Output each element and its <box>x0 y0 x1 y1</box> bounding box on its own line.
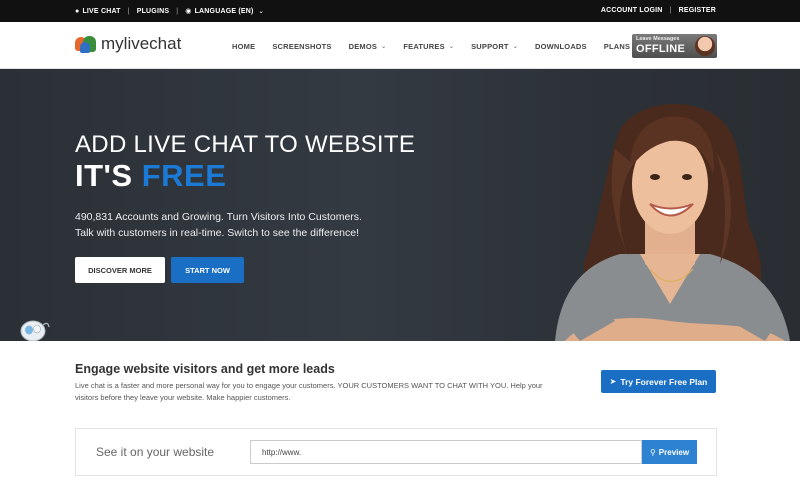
nav-demos[interactable]: DEMOS ⌄ <box>349 42 387 51</box>
divider: | <box>127 7 130 15</box>
main-nav: HOME SCREENSHOTS DEMOS ⌄ FEATURES ⌄ SUPPOR… <box>232 42 647 51</box>
nav-support[interactable]: SUPPORT ⌄ <box>471 42 518 51</box>
preview-button-label: Preview <box>658 447 690 457</box>
preview-panel: See it on your website ⚲ Preview <box>75 428 717 476</box>
hero-title: ADD LIVE CHAT TO WEBSITE <box>75 131 416 158</box>
nav-home[interactable]: HOME <box>232 42 255 51</box>
chevron-down-icon: ⌄ <box>448 44 455 50</box>
preview-label: See it on your website <box>96 445 215 459</box>
globe-icon: ◉ <box>185 8 192 15</box>
nav-plans[interactable]: PLANS <box>604 42 630 51</box>
top-bar-right: ACCOUNT LOGIN | REGISTER <box>601 7 716 14</box>
live-chat-link[interactable]: LIVE CHAT <box>82 8 120 15</box>
try-free-plan-button[interactable]: ➤ Try Forever Free Plan <box>601 370 716 393</box>
hero-subtitle: IT'S FREE <box>75 158 227 193</box>
language-selector[interactable]: LANGUAGE (EN) <box>195 8 254 15</box>
main-header: mylivechat HOME SCREENSHOTS DEMOS ⌄ FEATU… <box>0 22 800 69</box>
chevron-down-icon: ⌄ <box>381 44 387 50</box>
chevron-down-icon[interactable]: ⌄ <box>259 8 264 15</box>
register-link[interactable]: REGISTER <box>679 7 716 14</box>
top-bar-left: ● LIVE CHAT | PLUGINS | ◉ LANGUAGE (EN) … <box>75 7 264 16</box>
hero-description: 490,831 Accounts and Growing. Turn Visit… <box>75 211 362 239</box>
divider: | <box>176 7 179 15</box>
smiling-woman-photo <box>555 104 790 341</box>
nav-features[interactable]: FEATURES ⌄ <box>403 42 454 51</box>
offline-chat-badge[interactable]: Leave Messages OFFLINE <box>632 34 717 58</box>
plugins-link[interactable]: PLUGINS <box>137 8 170 15</box>
agent-avatar <box>695 36 715 56</box>
arrow-right-icon: ➤ <box>609 377 617 386</box>
discover-more-button[interactable]: DISCOVER MORE <box>75 257 165 283</box>
chat-widget-icon[interactable] <box>18 317 52 341</box>
offline-badge-title: OFFLINE <box>636 43 686 55</box>
account-login-link[interactable]: ACCOUNT LOGIN <box>601 7 663 14</box>
offline-badge-subtitle: Leave Messages <box>636 36 680 42</box>
chevron-down-icon: ⌄ <box>512 44 518 50</box>
hero-banner: ADD LIVE CHAT TO WEBSITE IT'S FREE 490,8… <box>0 69 800 341</box>
try-free-plan-label: Try Forever Free Plan <box>620 376 708 387</box>
nav-screenshots[interactable]: SCREENSHOTS <box>272 42 331 51</box>
engage-description: Live chat is a faster and more personal … <box>75 381 543 402</box>
top-bar: ● LIVE CHAT | PLUGINS | ◉ LANGUAGE (EN) … <box>0 0 800 22</box>
website-url-input[interactable] <box>250 440 642 464</box>
logo[interactable]: mylivechat <box>75 34 181 54</box>
logo-people-icon <box>75 34 97 54</box>
chat-icon: ● <box>75 7 80 15</box>
nav-downloads[interactable]: DOWNLOADS <box>535 42 587 51</box>
start-now-button[interactable]: START NOW <box>171 257 244 283</box>
preview-button[interactable]: ⚲ Preview <box>642 440 697 464</box>
search-icon: ⚲ <box>649 447 656 457</box>
logo-text: mylivechat <box>101 34 182 53</box>
hero-free-text: FREE <box>141 158 227 193</box>
divider: | <box>669 7 672 14</box>
engage-heading: Engage website visitors and get more lea… <box>75 362 335 376</box>
